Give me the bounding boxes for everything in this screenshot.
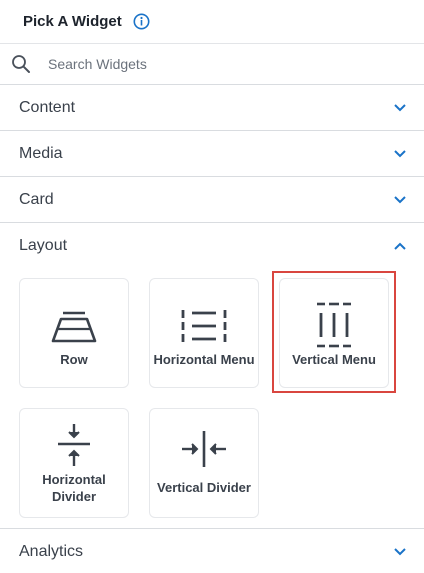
- widget-tile-horizontal-divider[interactable]: Horizontal Divider: [19, 408, 129, 518]
- chevron-up-icon: [394, 242, 406, 250]
- section-card[interactable]: Card: [0, 177, 424, 223]
- widget-label: Vertical Menu: [292, 352, 376, 367]
- search-bar: [0, 44, 424, 85]
- chevron-down-icon: [394, 548, 406, 556]
- widget-label: Horizontal Menu: [153, 352, 255, 367]
- row-icon: [51, 311, 97, 343]
- widget-tile-vertical-menu[interactable]: Vertical Menu: [279, 278, 389, 388]
- section-analytics[interactable]: Analytics: [0, 528, 424, 573]
- section-label: Analytics: [19, 543, 84, 560]
- chevron-down-icon: [394, 150, 406, 158]
- widget-label: Row: [60, 352, 88, 367]
- horizontal-menu-icon: [181, 310, 227, 342]
- section-label: Media: [19, 145, 63, 162]
- widget-label: Vertical Divider: [157, 480, 251, 495]
- widget-tile-row[interactable]: Row: [19, 278, 129, 388]
- info-circle-icon[interactable]: [133, 13, 150, 30]
- panel-title: Pick A Widget: [23, 13, 122, 30]
- chevron-down-icon: [394, 104, 406, 112]
- chevron-down-icon: [394, 196, 406, 204]
- section-label: Card: [19, 191, 54, 208]
- widget-label: Horizontal Divider: [42, 472, 106, 504]
- section-content[interactable]: Content: [0, 85, 424, 131]
- layout-widget-grid: Row Horizontal Menu Vertical Menu Horizo…: [0, 268, 424, 528]
- widget-tile-vertical-divider[interactable]: Vertical Divider: [149, 408, 259, 518]
- search-input[interactable]: [48, 52, 408, 76]
- search-icon: [11, 54, 31, 74]
- section-layout[interactable]: Layout: [0, 223, 424, 269]
- vertical-menu-icon: [317, 302, 351, 348]
- horizontal-divider-icon: [58, 424, 90, 466]
- widget-tile-horizontal-menu[interactable]: Horizontal Menu: [149, 278, 259, 388]
- vertical-divider-icon: [182, 431, 226, 467]
- section-label: Layout: [19, 237, 68, 254]
- section-media[interactable]: Media: [0, 131, 424, 177]
- section-label: Content: [19, 99, 76, 116]
- panel-header: Pick A Widget: [0, 0, 424, 44]
